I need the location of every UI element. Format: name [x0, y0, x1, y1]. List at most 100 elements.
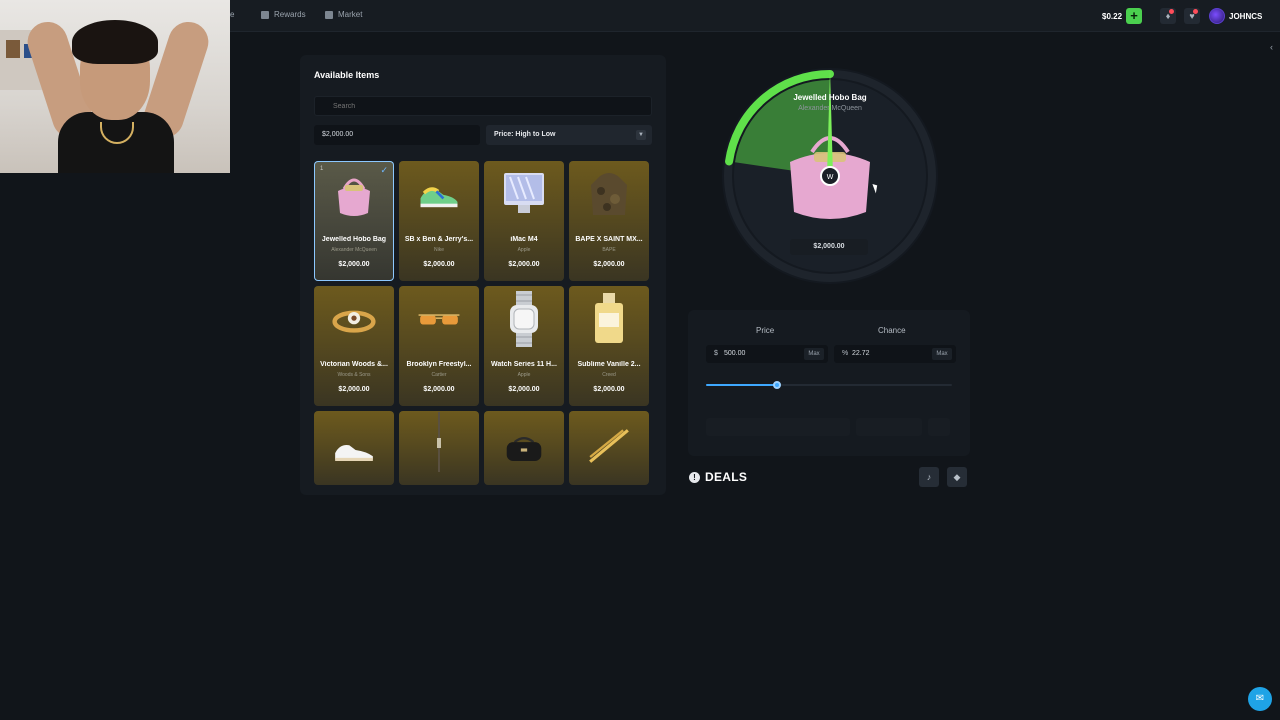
chevron-down-icon: ▼: [636, 130, 646, 140]
user-menu[interactable]: JOHNCS: [1209, 8, 1262, 24]
item-name: iMac M4: [510, 236, 538, 243]
item-name: SB x Ben & Jerry's...: [404, 236, 474, 243]
chance-value: 22.72: [852, 350, 870, 357]
price-label: Price: [756, 326, 775, 335]
bag-icon: [506, 437, 542, 461]
item-name: Watch Series 11 H...: [491, 361, 557, 368]
item-image: [502, 169, 546, 219]
necklace-icon: [437, 412, 441, 472]
price-max-button[interactable]: Max: [804, 348, 824, 360]
chat-button[interactable]: ✉: [1248, 687, 1272, 711]
deals-title: DEALS: [705, 470, 748, 484]
item-image: [587, 293, 631, 344]
background-object: [6, 40, 20, 58]
nav-item-cut[interactable]: e: [230, 10, 234, 19]
item-image: [587, 421, 631, 471]
lightning-icon[interactable]: [928, 418, 950, 436]
shield-icon: ◆: [953, 472, 961, 482]
item-name: Jewelled Hobo Bag: [321, 236, 387, 243]
item-card[interactable]: [569, 411, 649, 485]
info-icon: !: [689, 471, 700, 483]
item-price: $2,000.00: [508, 386, 540, 393]
items-grid: 1 ✓ Jewelled Hobo Bag Alexander McQueen …: [314, 161, 652, 485]
item-price: $2,000.00: [423, 386, 455, 393]
sound-button[interactable]: ♪: [919, 467, 939, 487]
streamer-hair: [72, 20, 158, 64]
currency-prefix: $: [714, 350, 718, 357]
percent-prefix: %: [842, 350, 849, 357]
item-price: $2,000.00: [508, 261, 540, 268]
nav-item-label: Market: [338, 10, 363, 19]
item-card[interactable]: Sublime Vanille 2... Creed $2,000.00: [569, 286, 649, 406]
item-card[interactable]: [399, 411, 479, 485]
item-card[interactable]: Watch Series 11 H... Apple $2,000.00: [484, 286, 564, 406]
item-card[interactable]: Brooklyn Freestyl... Cartier $2,000.00: [399, 286, 479, 406]
price-value: 500.00: [724, 350, 746, 357]
item-image: [502, 425, 546, 475]
notification-dot: [1169, 9, 1174, 14]
chance-label: Chance: [878, 326, 906, 335]
wheel-item-name: Jewelled Hobo Bag: [793, 93, 867, 102]
item-image: [417, 412, 461, 472]
perfume-icon: [595, 293, 623, 343]
item-price: $2,000.00: [423, 261, 455, 268]
cart-icon: [325, 10, 333, 19]
item-name: Victorian Woods &...: [320, 361, 388, 368]
item-image: [332, 294, 376, 344]
check-icon: ✓: [380, 165, 388, 175]
avatar: [1209, 8, 1225, 24]
collapse-sidebar-icon[interactable]: ‹: [1270, 42, 1273, 52]
sneaker-icon: [335, 445, 373, 461]
item-brand: Apple: [517, 247, 531, 253]
hoodie-icon: [591, 173, 627, 215]
item-quantity: 1: [320, 166, 324, 172]
slider-fill: [706, 384, 778, 386]
wheel-item-brand: Alexander McQueen: [798, 105, 862, 112]
nav-item-label: Rewards: [274, 10, 306, 19]
upgrade-button[interactable]: [706, 418, 850, 436]
search-input[interactable]: [314, 96, 652, 116]
slider-handle[interactable]: [773, 381, 782, 389]
item-name: Sublime Vanille 2...: [577, 361, 641, 368]
computer-icon: [504, 173, 544, 213]
chance-slider[interactable]: [706, 381, 952, 389]
item-card[interactable]: BAPE X SAINT MX... BAPE $2,000.00: [569, 161, 649, 281]
available-items-panel: Available Items $2,000.00 Price: High to…: [300, 55, 666, 495]
item-image: [417, 294, 461, 344]
sort-dropdown[interactable]: Price: High to Low ▼: [486, 125, 652, 145]
item-image: [587, 169, 631, 219]
rewards-status-button[interactable]: ♥: [1184, 8, 1200, 24]
fairness-button[interactable]: ◆: [947, 467, 967, 487]
item-price: $2,000.00: [593, 386, 625, 393]
item-price: $2,000.00: [593, 261, 625, 268]
ring-icon: [332, 310, 376, 333]
item-brand: Cartier: [431, 372, 447, 378]
item-card[interactable]: Victorian Woods &... Woods & Sons $2,000…: [314, 286, 394, 406]
item-card[interactable]: [484, 411, 564, 485]
chain-icon: [589, 429, 629, 463]
notifications-button[interactable]: ♦: [1160, 8, 1176, 24]
item-card[interactable]: iMac M4 Apple $2,000.00: [484, 161, 564, 281]
secondary-button[interactable]: [856, 418, 922, 436]
item-card[interactable]: [314, 411, 394, 485]
item-price: $2,000.00: [338, 386, 370, 393]
webcam-overlay: [0, 0, 230, 173]
item-card[interactable]: SB x Ben & Jerry's... Nike $2,000.00: [399, 161, 479, 281]
item-card[interactable]: 1 ✓ Jewelled Hobo Bag Alexander McQueen …: [314, 161, 394, 281]
notification-dot: [1193, 9, 1198, 14]
chance-max-button[interactable]: Max: [932, 348, 952, 360]
username: JOHNCS: [1229, 11, 1263, 21]
deals-header: ! DEALS: [689, 470, 747, 484]
watch-icon: [510, 291, 538, 347]
item-image: [417, 169, 461, 219]
price-filter-input[interactable]: $2,000.00: [314, 125, 480, 145]
item-brand: Alexander McQueen: [331, 247, 377, 253]
sort-label: Price: High to Low: [494, 131, 556, 138]
panel-title: Available Items: [314, 70, 380, 80]
nav-item-market[interactable]: Market: [325, 10, 362, 19]
price-input[interactable]: $ 500.00 Max: [706, 345, 828, 363]
deposit-button[interactable]: +: [1126, 8, 1143, 24]
handbag-icon: [338, 178, 370, 216]
nav-item-rewards[interactable]: Rewards: [261, 10, 306, 19]
chance-input[interactable]: % 22.72 Max: [834, 345, 956, 363]
